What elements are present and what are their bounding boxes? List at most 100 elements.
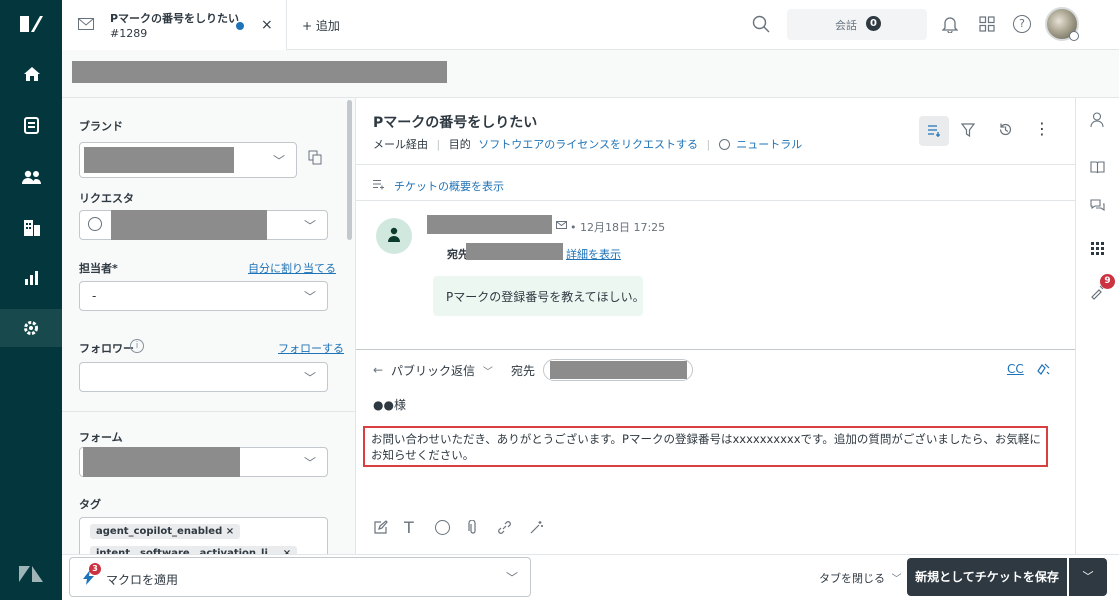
- close-tab-button[interactable]: タブを閉じる ﹀: [819, 570, 902, 586]
- close-tab-icon[interactable]: ×: [261, 17, 273, 33]
- macro-badge: 3: [89, 563, 101, 575]
- requester-select[interactable]: ﹀: [79, 210, 328, 240]
- recipient-redacted: [550, 361, 687, 379]
- assignee-select[interactable]: - ﹀: [79, 281, 328, 311]
- conversations-button[interactable]: 会話 0: [787, 9, 927, 40]
- save-options-button[interactable]: ﹀: [1069, 558, 1107, 596]
- recipient-redacted: [466, 243, 563, 260]
- knowledge-icon[interactable]: [1090, 160, 1105, 174]
- reply-type-select[interactable]: パブリック返信 ﹀: [391, 362, 493, 379]
- meta-separator: |: [706, 138, 711, 151]
- tab-ticket-id: #1289: [110, 27, 148, 40]
- add-tab-button[interactable]: + 追加: [302, 17, 340, 34]
- organizations-icon[interactable]: [23, 219, 41, 237]
- conversations-label: 会話: [835, 19, 857, 32]
- subheader-bar: [62, 50, 1119, 98]
- highlighted-reply[interactable]: お問い合わせいただき、ありがとうございます。Pマークの登録番号はxxxxxxxx…: [363, 426, 1048, 467]
- brand-select[interactable]: ﹀: [79, 142, 297, 178]
- follow-link[interactable]: フォローする: [278, 340, 344, 356]
- more-options-icon[interactable]: ⋮: [1034, 120, 1050, 138]
- cc-link[interactable]: CC: [1007, 362, 1024, 376]
- top-header: Pマークの番号をしりたい #1289 × + 追加 会話 0 ?: [62, 0, 1119, 50]
- chevron-down-icon: ﹀: [482, 367, 493, 378]
- footer-bar: 3 マクロを適用 ﹀ タブを閉じる ﹀ 新規としてチケットを保存 ﹀: [62, 554, 1119, 600]
- tags-input[interactable]: agent_copilot_enabled × intent__software…: [79, 517, 328, 554]
- history-icon[interactable]: [998, 122, 1013, 137]
- message-time: • 12月18日 17:25: [570, 221, 666, 234]
- search-icon[interactable]: [752, 15, 770, 33]
- customers-icon[interactable]: [21, 170, 42, 185]
- sentiment-value[interactable]: ニュートラル: [736, 138, 802, 151]
- brand-label: ブランド: [79, 120, 123, 133]
- form-select[interactable]: ﹀: [79, 447, 328, 477]
- email-icon: [78, 18, 94, 30]
- side-conversations-icon[interactable]: [1090, 198, 1105, 213]
- show-details-link[interactable]: 詳細を表示: [566, 246, 621, 262]
- composer-to-label: 宛先: [511, 364, 536, 378]
- tag-chip[interactable]: agent_copilot_enabled ×: [90, 524, 241, 539]
- breadcrumb-redacted[interactable]: [72, 61, 447, 83]
- close-tab-label: タブを閉じる: [819, 572, 885, 585]
- status-indicator-icon: [1069, 31, 1079, 41]
- user-avatar[interactable]: [1045, 7, 1079, 41]
- panel-scrollbar[interactable]: [347, 100, 352, 240]
- conversation-area: Pマークの番号をしりたい メール経由 | 目的 ソフトウエアのライセンスをリクエ…: [356, 98, 1075, 554]
- via-label: メール経由: [373, 138, 428, 151]
- panel-divider: [62, 411, 355, 412]
- customer-context-icon[interactable]: [1090, 112, 1104, 128]
- assign-to-self-link[interactable]: 自分に割り当てる: [248, 260, 336, 276]
- ticket-summary-toggle-icon[interactable]: [919, 116, 949, 146]
- summary-icon: [373, 179, 384, 190]
- form-label: フォーム: [79, 431, 123, 444]
- reporting-icon[interactable]: [24, 270, 40, 286]
- products-grid-icon[interactable]: [979, 16, 995, 32]
- tag-chip[interactable]: intent__software__activation_li... ×: [90, 546, 298, 554]
- notification-badge: 9: [1100, 274, 1115, 289]
- ticket-tab[interactable]: Pマークの番号をしりたい #1289 ×: [62, 0, 287, 50]
- chevron-down-icon: ﹀: [891, 574, 902, 585]
- macro-label: マクロを適用: [106, 573, 179, 587]
- help-icon[interactable]: ?: [1013, 15, 1031, 33]
- save-ticket-button[interactable]: 新規としてチケットを保存: [907, 558, 1067, 596]
- requester-value-redacted: [111, 210, 267, 240]
- edit-icon[interactable]: [373, 520, 388, 535]
- filter-icon[interactable]: [961, 123, 975, 137]
- link-icon[interactable]: [497, 520, 512, 535]
- zendesk-logo-icon[interactable]: [18, 14, 44, 34]
- assignee-value: -: [92, 289, 97, 303]
- recipient-field[interactable]: [543, 359, 693, 381]
- apply-macro-select[interactable]: 3 マクロを適用 ﹀: [69, 557, 531, 597]
- home-icon[interactable]: [23, 66, 41, 82]
- zendesk-products-icon[interactable]: [18, 565, 44, 583]
- user-icon: [88, 217, 102, 231]
- assignee-label: 担当者*: [79, 262, 118, 275]
- brand-value-redacted: [84, 147, 234, 173]
- apps-icon[interactable]: [1091, 242, 1104, 255]
- tags-label: タグ: [79, 498, 101, 511]
- take-it-icon[interactable]: [1036, 362, 1051, 376]
- notifications-icon[interactable]: [942, 15, 958, 33]
- admin-icon[interactable]: [0, 309, 62, 347]
- followers-select[interactable]: ﹀: [79, 362, 328, 392]
- intent-label: 目的: [448, 138, 471, 151]
- sender-avatar[interactable]: [376, 218, 412, 254]
- chevron-down-icon: ﹀: [304, 456, 317, 470]
- ai-enhance-icon[interactable]: [529, 520, 544, 535]
- chevron-down-icon: ﹀: [273, 154, 286, 168]
- emoji-icon[interactable]: [435, 520, 450, 535]
- unsaved-dot-icon: [236, 22, 244, 30]
- attachment-icon[interactable]: [468, 520, 478, 535]
- ticket-properties-panel: ブランド ﹀ リクエスタ ﹀ 担当者* 自分に割り当てる - ﹀ フォロワー i…: [62, 98, 356, 554]
- views-icon[interactable]: [24, 117, 39, 134]
- email-icon: [556, 221, 567, 229]
- reply-arrow-icon: ←: [373, 363, 384, 377]
- show-summary-link[interactable]: チケットの概要を表示: [394, 178, 504, 194]
- tab-title: Pマークの番号をしりたい: [110, 12, 240, 25]
- text-format-icon[interactable]: T: [404, 518, 414, 537]
- info-icon[interactable]: i: [130, 339, 144, 353]
- salutation-text[interactable]: ●●様: [373, 396, 406, 413]
- copy-brand-icon[interactable]: [308, 150, 322, 165]
- sender-name-redacted[interactable]: [427, 215, 552, 234]
- meta-separator: |: [436, 138, 441, 151]
- intent-value[interactable]: ソフトウエアのライセンスをリクエストする: [478, 138, 698, 151]
